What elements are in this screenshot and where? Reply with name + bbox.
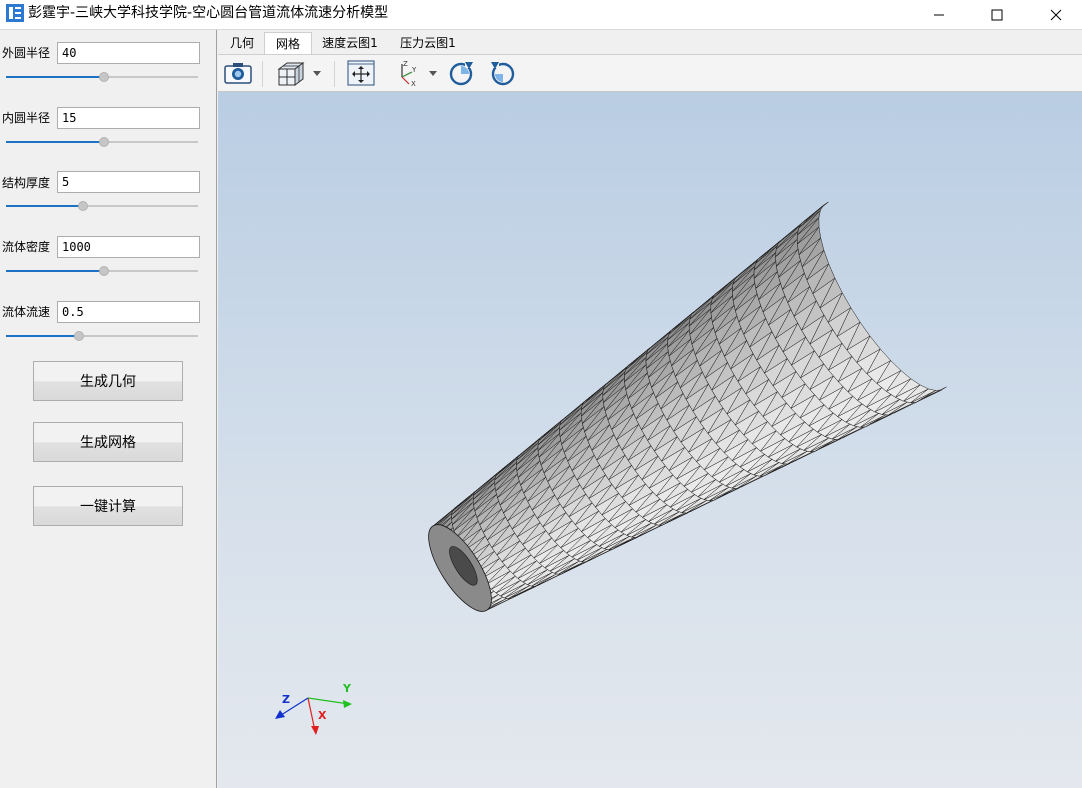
- minimize-icon: [934, 14, 944, 15]
- view-tab-bar: 几何 网格 速度云图1 压力云图1: [218, 30, 1082, 54]
- rotate-clockwise-icon: [449, 60, 474, 86]
- camera-icon: [224, 63, 252, 84]
- generate-mesh-button[interactable]: 生成网格: [33, 422, 183, 462]
- y-axis-line: [307, 697, 350, 705]
- param-label-outer-radius: 外圆半径: [2, 46, 51, 60]
- fit-all-button[interactable]: [346, 59, 376, 87]
- x-axis-label: X: [318, 709, 327, 722]
- mesh-viewport[interactable]: Y X Z: [218, 92, 1082, 788]
- slider-thumb[interactable]: [98, 137, 109, 147]
- axis-triad: Y X Z: [275, 684, 352, 735]
- generate-geometry-button[interactable]: 生成几何: [33, 361, 183, 401]
- slider-thumb[interactable]: [77, 201, 88, 211]
- x-axis-arrow: [311, 726, 319, 735]
- maximize-icon: [991, 9, 1003, 20]
- axis-orientation-icon: Z Y X: [401, 60, 437, 87]
- maximize-button[interactable]: [974, 0, 1020, 29]
- slider-fill: [6, 205, 83, 207]
- toolbar-separator: [262, 61, 263, 87]
- outer-radius-slider[interactable]: [6, 71, 198, 83]
- flow-velocity-slider[interactable]: [6, 330, 198, 342]
- window-title: 彭霆宇-三峡大学科技学院-空心圆台管道流体流速分析模型: [28, 5, 389, 21]
- view-toolbar: Z Y X: [218, 54, 1082, 92]
- view-cube-dropdown[interactable]: [274, 59, 324, 87]
- tab-pressure-contour[interactable]: 压力云图1: [392, 32, 464, 54]
- slider-fill: [6, 141, 104, 143]
- tab-velocity-contour[interactable]: 速度云图1: [314, 32, 386, 54]
- view-cube-icon: [277, 62, 321, 86]
- y-axis-arrow: [343, 700, 352, 708]
- app-logo-icon: [6, 4, 24, 22]
- inner-radius-input[interactable]: 15: [57, 107, 200, 129]
- z-axis-label: Z: [282, 693, 290, 706]
- y-axis-label: Y: [342, 684, 352, 695]
- param-label-inner-radius: 内圆半径: [2, 111, 51, 125]
- tab-geometry[interactable]: 几何: [220, 32, 264, 54]
- slider-thumb[interactable]: [73, 331, 84, 341]
- z-axis-arrow: [275, 710, 285, 719]
- thickness-input[interactable]: 5: [57, 171, 200, 193]
- slider-fill: [6, 76, 104, 78]
- svg-text:Y: Y: [411, 66, 417, 74]
- flow-velocity-input[interactable]: 0.5: [57, 301, 200, 323]
- parameter-panel: 外圆半径 40 内圆半径 15 结构厚度 5 流体密度 1000 流体流速 0.…: [0, 30, 216, 788]
- fluid-density-input[interactable]: 1000: [57, 236, 200, 258]
- toolbar-separator: [334, 61, 335, 87]
- param-label-fluid-density: 流体密度: [2, 240, 51, 254]
- svg-text:Z: Z: [403, 60, 408, 68]
- title-bar: 彭霆宇-三峡大学科技学院-空心圆台管道流体流速分析模型: [0, 0, 1082, 30]
- inner-radius-slider[interactable]: [6, 136, 198, 148]
- param-label-flow-velocity: 流体流速: [2, 305, 51, 319]
- rotate-counterclockwise-icon: [490, 60, 515, 86]
- minimize-button[interactable]: [916, 0, 962, 29]
- axis-orientation-dropdown[interactable]: Z Y X: [390, 59, 440, 87]
- slider-thumb[interactable]: [98, 266, 109, 276]
- rotate-clockwise-button[interactable]: [446, 59, 476, 87]
- close-icon: [1050, 9, 1062, 20]
- thickness-slider[interactable]: [6, 200, 198, 212]
- fit-all-icon: [347, 60, 375, 86]
- close-button[interactable]: [1033, 0, 1079, 29]
- tab-mesh[interactable]: 网格: [264, 32, 312, 54]
- screenshot-button[interactable]: [223, 59, 253, 87]
- slider-thumb[interactable]: [98, 72, 109, 82]
- slider-fill: [6, 270, 104, 272]
- param-label-thickness: 结构厚度: [2, 176, 51, 190]
- outer-radius-input[interactable]: 40: [57, 42, 200, 64]
- mesh-model: [428, 201, 947, 612]
- svg-text:X: X: [411, 80, 416, 87]
- fluid-density-slider[interactable]: [6, 265, 198, 277]
- rotate-counterclockwise-button[interactable]: [488, 59, 518, 87]
- slider-fill: [6, 335, 79, 337]
- compute-button[interactable]: 一键计算: [33, 486, 183, 526]
